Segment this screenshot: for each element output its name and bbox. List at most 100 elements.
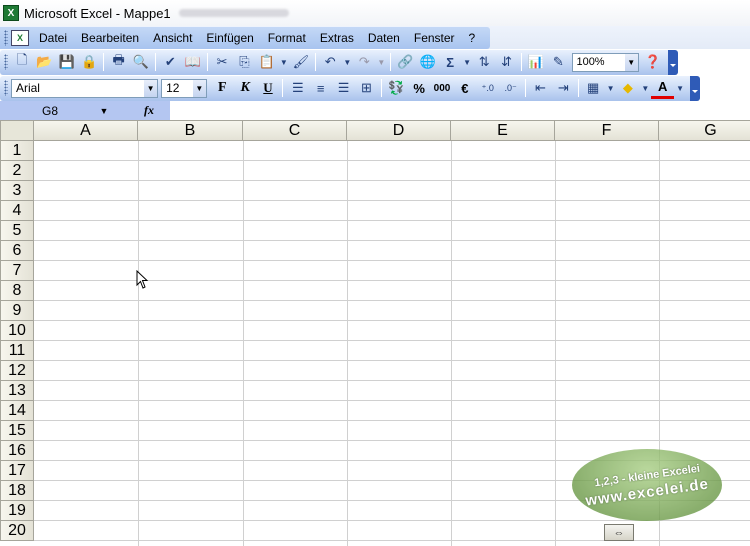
help-icon[interactable]: ❓: [642, 51, 664, 73]
borders-dropdown-icon[interactable]: ▼: [605, 77, 617, 99]
paste-icon[interactable]: 📋: [256, 51, 278, 73]
row-header[interactable]: 7: [0, 261, 34, 281]
borders-icon[interactable]: ▦: [582, 77, 605, 99]
chart-wizard-icon[interactable]: 📊: [525, 51, 547, 73]
fx-icon[interactable]: fx: [120, 101, 170, 120]
sort-asc-icon[interactable]: ⇅: [473, 51, 495, 73]
align-left-icon[interactable]: ☰: [286, 77, 309, 99]
undo-dropdown-icon[interactable]: ▼: [341, 51, 353, 73]
toolbar-options-icon[interactable]: [690, 75, 700, 101]
menu-fenster[interactable]: Fenster: [407, 31, 462, 45]
chevron-down-icon[interactable]: ▼: [192, 79, 206, 97]
column-header[interactable]: C: [243, 120, 347, 141]
increase-indent-icon[interactable]: ⇥: [552, 77, 575, 99]
autosum-icon[interactable]: Σ: [439, 51, 461, 73]
row-header[interactable]: 8: [0, 281, 34, 301]
resize-arrows-icon[interactable]: ⇔: [604, 524, 634, 541]
decrease-indent-icon[interactable]: ⇤: [529, 77, 552, 99]
open-icon[interactable]: 📂: [33, 51, 55, 73]
row-header[interactable]: 14: [0, 401, 34, 421]
row-header[interactable]: 4: [0, 201, 34, 221]
row-header[interactable]: 15: [0, 421, 34, 441]
save-icon[interactable]: 💾: [56, 51, 78, 73]
font-size-select[interactable]: 12 ▼: [161, 78, 207, 98]
row-header[interactable]: 16: [0, 441, 34, 461]
fill-color-icon[interactable]: ◆: [617, 77, 640, 99]
bold-button[interactable]: F: [211, 77, 234, 99]
row-header[interactable]: 12: [0, 361, 34, 381]
copy-icon[interactable]: ⎘: [233, 51, 255, 73]
print-preview-icon[interactable]: 🔍: [130, 51, 152, 73]
menu-ansicht[interactable]: Ansicht: [146, 31, 199, 45]
undo-icon[interactable]: ↶: [319, 51, 341, 73]
menu-help[interactable]: ?: [462, 31, 483, 45]
menu-extras[interactable]: Extras: [313, 31, 361, 45]
toolbar-options-icon[interactable]: [668, 49, 678, 75]
row-header[interactable]: 3: [0, 181, 34, 201]
column-header[interactable]: F: [555, 120, 659, 141]
column-header[interactable]: D: [347, 120, 451, 141]
menu-einfuegen[interactable]: Einfügen: [199, 31, 260, 45]
cut-icon[interactable]: ✂: [211, 51, 233, 73]
row-header[interactable]: 19: [0, 501, 34, 521]
row-header[interactable]: 18: [0, 481, 34, 501]
column-header[interactable]: G: [659, 120, 750, 141]
row-header[interactable]: 11: [0, 341, 34, 361]
euro-button[interactable]: €: [453, 77, 476, 99]
row-header[interactable]: 13: [0, 381, 34, 401]
row-header[interactable]: 6: [0, 241, 34, 261]
zoom-select[interactable]: 100% ▼: [572, 52, 639, 72]
currency-icon[interactable]: 💱: [385, 77, 408, 99]
row-header[interactable]: 10: [0, 321, 34, 341]
fill-dropdown-icon[interactable]: ▼: [639, 77, 651, 99]
merge-center-icon[interactable]: ⊞: [355, 77, 378, 99]
font-color-dropdown-icon[interactable]: ▼: [674, 77, 686, 99]
decrease-decimal-icon[interactable]: .0⁻: [499, 77, 522, 99]
permission-icon[interactable]: 🔒: [78, 51, 100, 73]
row-header[interactable]: 17: [0, 461, 34, 481]
font-name-select[interactable]: Arial ▼: [10, 78, 159, 98]
row-header[interactable]: 2: [0, 161, 34, 181]
italic-button[interactable]: K: [234, 77, 257, 99]
chevron-down-icon[interactable]: ▼: [96, 101, 112, 120]
workbook-icon[interactable]: X: [11, 29, 29, 46]
drawing-icon[interactable]: ✎: [547, 51, 569, 73]
hyperlink-icon[interactable]: 🔗: [394, 51, 416, 73]
name-box[interactable]: G8 ▼: [0, 101, 120, 120]
menu-datei[interactable]: Datei: [32, 31, 74, 45]
select-all-corner[interactable]: [0, 120, 34, 141]
spelling-icon[interactable]: ✔: [159, 51, 181, 73]
menu-bearbeiten[interactable]: Bearbeiten: [74, 31, 146, 45]
row-header[interactable]: 9: [0, 301, 34, 321]
align-center-icon[interactable]: ≡: [309, 77, 332, 99]
font-color-button[interactable]: A: [651, 77, 675, 99]
print-icon[interactable]: 🖶: [107, 51, 129, 73]
toolbar-grip-icon[interactable]: [4, 80, 8, 96]
percent-button[interactable]: %: [408, 77, 431, 99]
row-header[interactable]: 5: [0, 221, 34, 241]
menu-format[interactable]: Format: [261, 31, 313, 45]
row-header[interactable]: 20: [0, 521, 34, 541]
column-header[interactable]: E: [451, 120, 555, 141]
new-icon[interactable]: 🗋: [11, 51, 33, 73]
menu-daten[interactable]: Daten: [361, 31, 407, 45]
paste-dropdown-icon[interactable]: ▼: [278, 51, 290, 73]
thousands-button[interactable]: 000: [431, 77, 454, 99]
format-painter-icon[interactable]: 🖌: [290, 51, 312, 73]
redo-dropdown-icon[interactable]: ▼: [375, 51, 387, 73]
column-header[interactable]: A: [34, 120, 138, 141]
formula-input[interactable]: [170, 101, 750, 120]
redo-icon[interactable]: ↷: [353, 51, 375, 73]
toolbar-grip-icon[interactable]: [4, 54, 8, 70]
excel-app-icon[interactable]: X: [3, 5, 19, 21]
sort-desc-icon[interactable]: ⇵: [495, 51, 517, 73]
underline-button[interactable]: U: [257, 77, 280, 99]
research-icon[interactable]: 📖: [182, 51, 204, 73]
increase-decimal-icon[interactable]: ⁺.0: [476, 77, 499, 99]
chevron-down-icon[interactable]: ▼: [144, 79, 158, 97]
web-icon[interactable]: 🌐: [417, 51, 439, 73]
align-right-icon[interactable]: ☰: [332, 77, 355, 99]
row-header[interactable]: 1: [0, 141, 34, 161]
chevron-down-icon[interactable]: ▼: [624, 53, 638, 71]
column-header[interactable]: B: [138, 120, 243, 141]
